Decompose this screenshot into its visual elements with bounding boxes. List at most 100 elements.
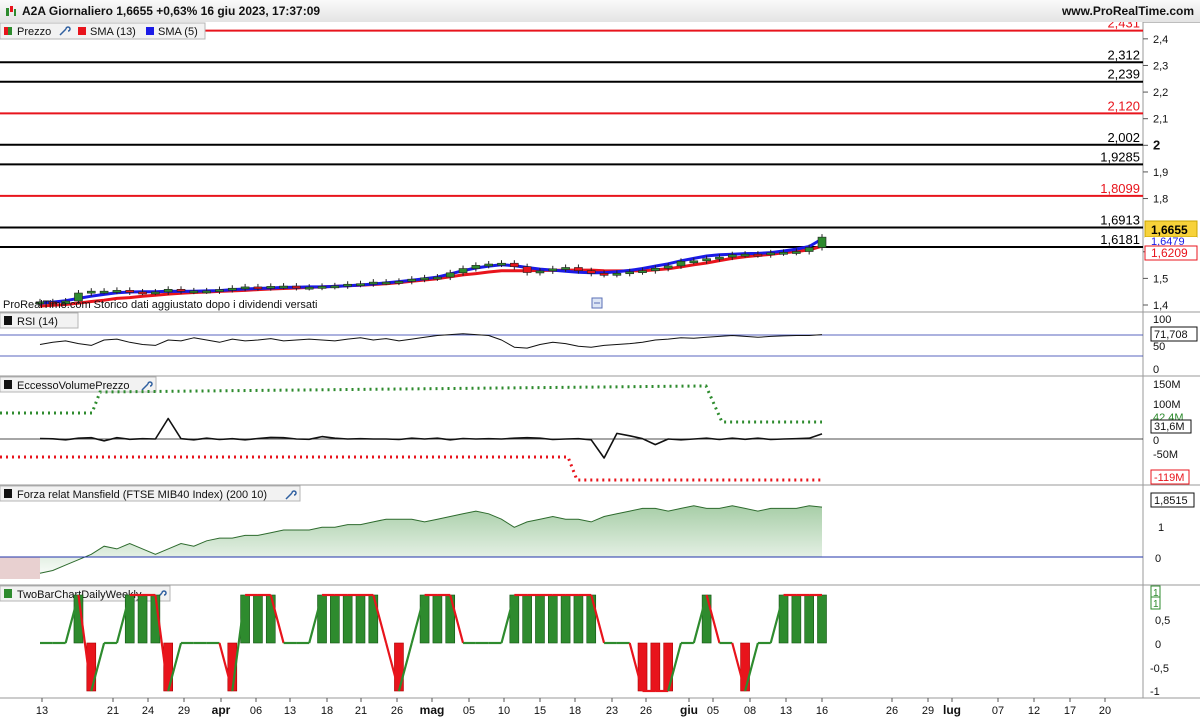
brand-link[interactable]: www.ProRealTime.com xyxy=(1062,4,1194,18)
dividend-icon[interactable] xyxy=(591,297,603,309)
candle-body xyxy=(227,287,237,291)
twobar-bar xyxy=(522,594,532,644)
price-tick-2: 2,2 xyxy=(1153,87,1168,99)
candle-body xyxy=(753,253,763,257)
twobar-bar xyxy=(778,594,789,644)
legend-sma13: SMA (13) xyxy=(90,26,136,38)
twobar-bar xyxy=(317,594,327,644)
mans-tick-0: 0 xyxy=(1155,553,1161,565)
twobar-bar xyxy=(265,594,276,644)
x-tick-11: 05 xyxy=(463,705,475,717)
twobar-bar xyxy=(740,642,750,692)
chart-title: A2A Giornaliero 1,6655 +0,63% 16 giu 202… xyxy=(22,4,321,18)
x-tick-12: 10 xyxy=(498,705,510,717)
svg-text:71,708: 71,708 xyxy=(1154,329,1188,341)
price-level-label-7: 1,6913 xyxy=(1100,212,1140,227)
vol-value-badge: 31,6M xyxy=(1150,419,1192,434)
x-tick-0: 13 xyxy=(36,705,48,717)
vol-lower-badge: -119M xyxy=(1150,469,1190,485)
price-level-label-6: 1,8099 xyxy=(1100,181,1140,196)
x-tick-1: 21 xyxy=(107,705,119,717)
mansfield-legend[interactable]: Forza relat Mansfield (FTSE MIB40 Index)… xyxy=(0,485,301,502)
price-legend[interactable]: Prezzo SMA (13) SMA (5) xyxy=(0,22,206,40)
candle-body xyxy=(727,254,737,258)
svg-text:RSI (14): RSI (14) xyxy=(17,316,58,328)
twobar-bar xyxy=(394,642,404,692)
candle-body xyxy=(176,289,186,292)
candle-body xyxy=(420,277,429,281)
twobar-bar xyxy=(817,594,827,644)
sma13-badge: 1,6209 xyxy=(1144,245,1198,261)
price-badge: 1,6655 xyxy=(1144,220,1198,238)
tb-tick-neg0.5: -0,5 xyxy=(1150,663,1169,675)
vol-tick-100m: 100M xyxy=(1153,399,1181,411)
twobar-bar xyxy=(330,594,340,644)
twobar-bar xyxy=(804,594,814,644)
price-level-label-1: 2,312 xyxy=(1107,47,1140,62)
candle-body xyxy=(163,289,173,293)
price-tick-1: 2,3 xyxy=(1153,60,1168,72)
candle-body xyxy=(138,291,147,295)
legend-prezzo: Prezzo xyxy=(17,26,51,38)
rsi-line xyxy=(39,333,823,349)
mansfield-negative-fill xyxy=(0,557,40,579)
twobar-bar xyxy=(124,594,135,644)
twobar-bar xyxy=(432,594,443,644)
x-tick-16: 26 xyxy=(640,705,652,717)
candle-body xyxy=(702,258,711,262)
candle-body xyxy=(804,247,814,252)
x-tick-8: 21 xyxy=(355,705,367,717)
vol-tick-150m: 150M xyxy=(1153,379,1181,391)
twobar-bar xyxy=(445,594,456,644)
svg-text:1,6209: 1,6209 xyxy=(1151,246,1188,260)
price-level-label-2: 2,239 xyxy=(1107,67,1140,82)
candle-body xyxy=(715,256,724,260)
mansfield-area xyxy=(0,505,823,579)
rsi-legend[interactable]: RSI (14) xyxy=(0,312,79,329)
rsi-badge: 71,708 xyxy=(1150,326,1198,342)
svg-text:1,6655: 1,6655 xyxy=(1151,223,1188,237)
candle-body xyxy=(817,236,827,248)
x-tick-7: 18 xyxy=(321,705,333,717)
twobar-bar xyxy=(637,642,648,692)
twobar-bar xyxy=(701,594,712,644)
candle-body xyxy=(240,286,250,290)
tb-tick-0: 0 xyxy=(1155,639,1161,651)
rsi-tick-100: 100 xyxy=(1153,314,1171,326)
candle-body xyxy=(689,260,699,264)
candle-body xyxy=(561,267,570,270)
chart-canvas[interactable]: 2,4312,3122,2392,1202,0021,92851,80991,6… xyxy=(0,22,1200,720)
mansfield-badge: 1,8515 xyxy=(1150,492,1195,508)
twobar-bar xyxy=(368,594,379,644)
candle-body xyxy=(86,290,96,294)
price-tick-3: 2,1 xyxy=(1153,114,1168,126)
candle-body xyxy=(599,273,609,276)
chart-type-icon[interactable] xyxy=(5,5,17,17)
price-tick-4: 2 xyxy=(1153,137,1160,152)
x-tick-9: 26 xyxy=(391,705,403,717)
candle-body xyxy=(369,281,378,285)
twobar-bar xyxy=(342,594,353,644)
twobar-bar xyxy=(650,642,661,692)
candle-body xyxy=(151,291,160,295)
candle-body xyxy=(343,283,352,287)
x-tick-22: 26 xyxy=(886,705,898,717)
panel-frames xyxy=(0,22,1200,699)
x-tick-26: 12 xyxy=(1028,705,1040,717)
x-tick-17: giu xyxy=(680,703,698,717)
candle-body xyxy=(99,290,109,294)
candle-body xyxy=(215,289,224,292)
x-tick-27: 17 xyxy=(1064,705,1076,717)
svg-text:31,6M: 31,6M xyxy=(1154,421,1185,433)
candle-body xyxy=(779,252,788,255)
candle-body xyxy=(484,263,493,267)
candle-body xyxy=(356,283,365,287)
x-tick-4: apr xyxy=(212,703,231,717)
x-tick-19: 08 xyxy=(744,705,756,717)
candle-body xyxy=(266,286,276,289)
volume-legend[interactable]: EccessoVolumePrezzo xyxy=(0,376,157,393)
candle-body xyxy=(112,290,122,293)
candle-body xyxy=(202,290,211,294)
mansfield-fill xyxy=(40,505,822,574)
x-tick-2: 24 xyxy=(142,705,154,717)
